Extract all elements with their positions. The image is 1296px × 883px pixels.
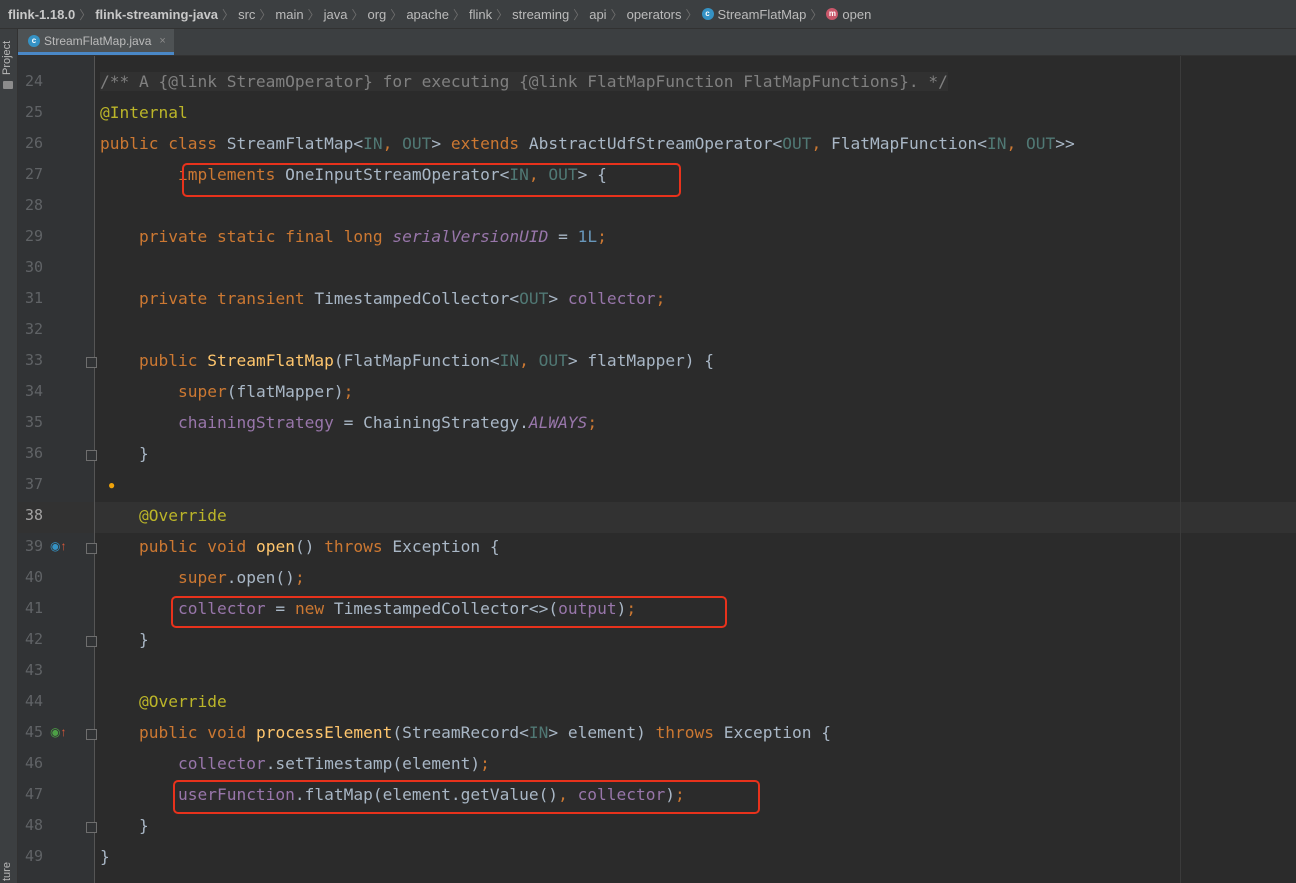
- editor-tab-bar: c StreamFlatMap.java ×: [18, 29, 1296, 56]
- line-number: 28: [24, 196, 43, 214]
- code-editor[interactable]: 24 /** A {@link StreamOperator} for execu…: [18, 56, 1296, 883]
- code-line[interactable]: @Override: [100, 500, 227, 531]
- line-number: 25: [24, 103, 43, 121]
- method-icon: m: [826, 8, 839, 20]
- code-line[interactable]: private transient TimestampedCollector<O…: [100, 283, 665, 314]
- breadcrumb-separator-icon: 〉: [79, 7, 92, 22]
- line-number: 49: [24, 847, 43, 865]
- breadcrumb-separator-icon: 〉: [351, 7, 364, 22]
- breadcrumb-separator-icon: 〉: [259, 7, 272, 22]
- class-icon: c: [28, 34, 40, 47]
- code-line[interactable]: chainingStrategy = ChainingStrategy.ALWA…: [100, 407, 597, 438]
- folder-icon: [3, 81, 13, 89]
- line-number: 39: [24, 537, 43, 555]
- fold-marker-icon[interactable]: [86, 729, 97, 740]
- line-number: 46: [24, 754, 43, 772]
- line-number: 32: [24, 320, 43, 338]
- breadcrumb-item[interactable]: flink-1.18.0: [8, 7, 75, 22]
- implement-icon[interactable]: ◉↑: [50, 725, 66, 739]
- line-number: 38: [24, 506, 43, 524]
- line-number: 34: [24, 382, 43, 400]
- code-line[interactable]: public StreamFlatMap(FlatMapFunction<IN,…: [100, 345, 714, 376]
- tab-label: StreamFlatMap.java: [44, 33, 152, 48]
- fold-marker-icon[interactable]: [86, 822, 97, 833]
- code-line[interactable]: public void processElement(StreamRecord<…: [100, 717, 831, 748]
- right-margin-guide: [1180, 56, 1181, 883]
- line-number: 30: [24, 258, 43, 276]
- line-number: 37: [24, 475, 43, 493]
- code-line[interactable]: public class StreamFlatMap<IN, OUT> exte…: [100, 128, 1075, 159]
- line-number: 41: [24, 599, 43, 617]
- line-number: 26: [24, 134, 43, 152]
- intention-bulb-icon[interactable]: ●: [108, 478, 115, 492]
- line-number: 45: [24, 723, 43, 741]
- line-number: 24: [24, 72, 43, 90]
- breadcrumb-separator-icon: 〉: [307, 7, 320, 22]
- line-number: 47: [24, 785, 43, 803]
- breadcrumb-separator-icon: 〉: [222, 7, 235, 22]
- fold-marker-icon[interactable]: [86, 357, 97, 368]
- gutter-divider: [94, 56, 95, 883]
- code-line[interactable]: public void open() throws Exception {: [100, 531, 500, 562]
- code-line[interactable]: }: [100, 841, 110, 872]
- close-icon[interactable]: ×: [159, 35, 165, 47]
- line-number: 36: [24, 444, 43, 462]
- structure-tool-button[interactable]: ture: [1, 862, 13, 881]
- highlight-box-collector: [171, 596, 727, 628]
- highlight-box-flatmap: [173, 780, 760, 814]
- breadcrumb-item-method[interactable]: m open: [826, 7, 871, 22]
- project-tool-button[interactable]: Project: [1, 41, 13, 75]
- breadcrumb-item[interactable]: src: [238, 7, 255, 22]
- line-number: 29: [24, 227, 43, 245]
- breadcrumb-item[interactable]: org: [368, 7, 387, 22]
- code-line[interactable]: super(flatMapper);: [100, 376, 353, 407]
- fold-marker-icon[interactable]: [86, 450, 97, 461]
- code-line[interactable]: private static final long serialVersionU…: [100, 221, 607, 252]
- breadcrumb-item-label: StreamFlatMap: [717, 6, 807, 22]
- breadcrumb-separator-icon: 〉: [685, 7, 698, 22]
- breadcrumb-item[interactable]: operators: [627, 7, 682, 22]
- breadcrumb-item[interactable]: flink: [469, 7, 492, 22]
- breadcrumb-separator-icon: 〉: [452, 7, 465, 22]
- line-number: 27: [24, 165, 43, 183]
- line-number: 35: [24, 413, 43, 431]
- line-number: 33: [24, 351, 43, 369]
- class-icon: c: [701, 8, 714, 20]
- left-tool-strip: Project ture: [0, 29, 18, 883]
- breadcrumb-separator-icon: 〉: [810, 7, 823, 22]
- breadcrumb-item-class[interactable]: c StreamFlatMap: [701, 6, 807, 22]
- breadcrumb-separator-icon: 〉: [573, 7, 586, 22]
- code-line[interactable]: @Override: [100, 686, 227, 717]
- breadcrumb-item-label: open: [842, 6, 872, 22]
- line-number: 43: [24, 661, 43, 679]
- fold-marker-icon[interactable]: [86, 636, 97, 647]
- breadcrumb-item[interactable]: java: [324, 7, 348, 22]
- code-line[interactable]: @Internal: [100, 97, 188, 128]
- breadcrumb-item[interactable]: api: [589, 7, 606, 22]
- breadcrumb-separator-icon: 〉: [610, 7, 623, 22]
- breadcrumb-item[interactable]: apache: [406, 7, 449, 22]
- breadcrumb-item[interactable]: main: [275, 7, 303, 22]
- fold-marker-icon[interactable]: [86, 543, 97, 554]
- code-line[interactable]: super.open();: [100, 562, 305, 593]
- code-line[interactable]: }: [100, 624, 149, 655]
- breadcrumb-separator-icon: 〉: [390, 7, 403, 22]
- breadcrumb-item[interactable]: streaming: [512, 7, 569, 22]
- code-line[interactable]: }: [100, 810, 149, 841]
- line-number: 48: [24, 816, 43, 834]
- highlight-box-implements: [182, 163, 681, 197]
- breadcrumb: flink-1.18.0 〉 flink-streaming-java 〉 src 〉…: [0, 0, 1296, 29]
- line-number: 40: [24, 568, 43, 586]
- line-number: 31: [24, 289, 43, 307]
- code-line[interactable]: collector.setTimestamp(element);: [100, 748, 490, 779]
- breadcrumb-separator-icon: 〉: [496, 7, 509, 22]
- tab-streamflatmap[interactable]: c StreamFlatMap.java ×: [18, 29, 174, 55]
- line-number: 42: [24, 630, 43, 648]
- line-number: 44: [24, 692, 43, 710]
- code-line[interactable]: }: [100, 438, 149, 469]
- override-icon[interactable]: ◉↑: [50, 539, 66, 553]
- code-line[interactable]: /** A {@link StreamOperator} for executi…: [100, 66, 948, 97]
- breadcrumb-item[interactable]: flink-streaming-java: [95, 7, 218, 22]
